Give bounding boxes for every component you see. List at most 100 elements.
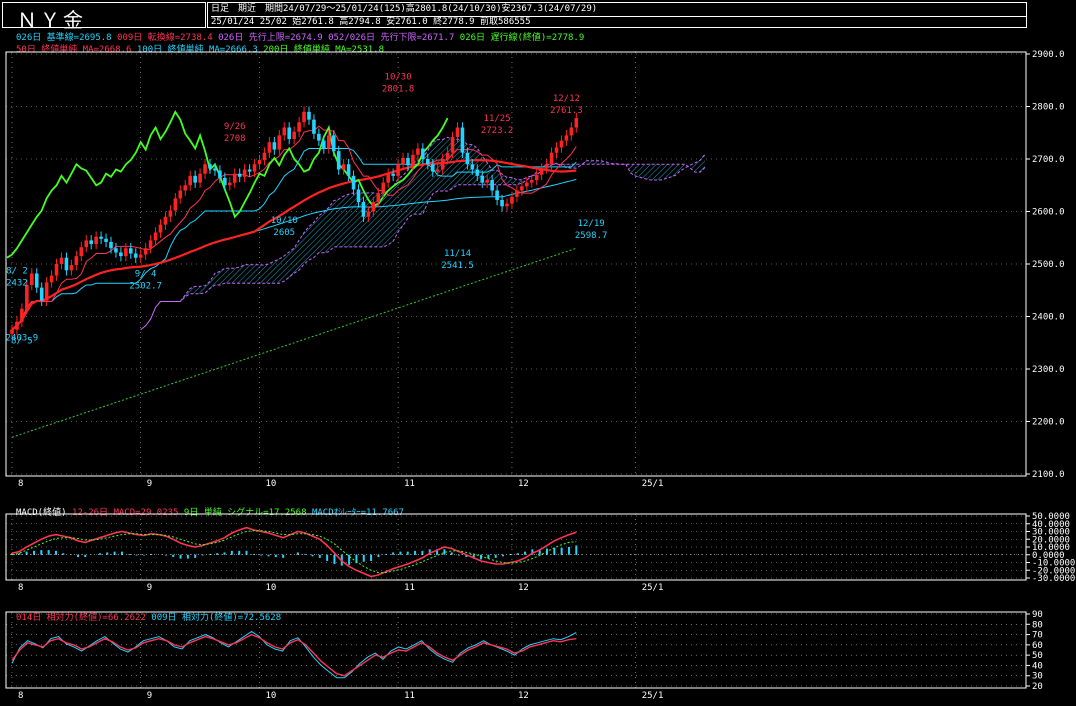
candle-body xyxy=(302,111,306,123)
macd-ytick-label: 50.0000 xyxy=(1032,512,1070,522)
price-annotation: 2708 xyxy=(224,134,246,144)
rsi-xtick-label: 9 xyxy=(147,691,152,701)
rsi-xtick-label: 10 xyxy=(266,691,277,701)
candle-body xyxy=(525,182,529,187)
candle-body xyxy=(401,157,405,165)
candle-body xyxy=(574,118,579,128)
candle-body xyxy=(153,232,158,241)
candle-body xyxy=(64,257,69,271)
candle-body xyxy=(99,236,103,239)
candle-body xyxy=(15,321,19,330)
candle-body xyxy=(346,164,351,176)
price-ytick-label: 2400.0 xyxy=(1032,313,1065,323)
candle-body xyxy=(440,159,445,170)
price-ytick-label: 2800.0 xyxy=(1032,103,1065,113)
macd-xtick-label: 25/1 xyxy=(642,583,664,593)
price-annotation: 2801.8 xyxy=(382,85,415,95)
candle-body xyxy=(327,135,331,149)
candle-body xyxy=(277,135,282,150)
candle-body xyxy=(34,273,39,288)
candle-body xyxy=(520,186,524,191)
candle-body xyxy=(168,210,173,217)
candle-body xyxy=(262,152,267,161)
macd-line xyxy=(11,526,577,578)
price-annotation: 9/ 4 xyxy=(135,270,157,280)
candle-body xyxy=(89,240,93,245)
candle-body xyxy=(218,170,222,178)
candle-body xyxy=(133,253,138,258)
rsi-ytick-label: 50 xyxy=(1032,651,1043,661)
candle-body xyxy=(495,190,499,200)
candle-body xyxy=(529,180,534,183)
price-ytick-label: 2500.0 xyxy=(1032,260,1065,270)
candle-body xyxy=(109,241,113,249)
macd-xtick-label: 8 xyxy=(18,583,23,593)
candle-body xyxy=(247,169,252,172)
candle-body xyxy=(49,275,54,283)
ma200-line xyxy=(11,247,577,438)
candle-body xyxy=(445,152,450,159)
candle-body xyxy=(242,169,247,177)
candle-body xyxy=(208,164,212,169)
candle-body xyxy=(564,135,569,141)
rsi-xtick-label: 8 xyxy=(18,691,23,701)
price-annotation: 2403.9 xyxy=(6,333,39,343)
candle-body xyxy=(331,135,336,152)
candle-body xyxy=(480,175,485,183)
price-xtick-label: 8 xyxy=(18,479,23,489)
candle-body xyxy=(549,152,554,165)
candle-body xyxy=(252,164,257,172)
price-ytick-label: 2600.0 xyxy=(1032,208,1065,218)
candle-body xyxy=(119,252,123,257)
candle-body xyxy=(455,127,460,137)
price-annotation: 10/30 xyxy=(385,73,412,83)
price-annotation: 11/14 xyxy=(444,249,471,259)
price-ytick-label: 2900.0 xyxy=(1032,50,1065,60)
candle-body xyxy=(272,142,277,150)
price-ytick-label: 2200.0 xyxy=(1032,418,1065,428)
macd-xtick-label: 9 xyxy=(147,583,152,593)
candle-body xyxy=(450,136,455,153)
candle-body xyxy=(435,169,440,172)
candle-body xyxy=(148,240,153,249)
candle-body xyxy=(188,175,192,186)
candle-body xyxy=(460,127,465,153)
price-annotation: 8/ 2 xyxy=(6,267,28,277)
candle-body xyxy=(534,174,539,180)
candle-body xyxy=(371,202,376,212)
candle-body xyxy=(322,140,326,149)
rsi-panel-frame xyxy=(5,611,1027,689)
candle-body xyxy=(193,175,197,183)
macd-xtick-label: 11 xyxy=(404,583,415,593)
candle-body xyxy=(396,164,400,176)
candle-body xyxy=(421,148,425,159)
candle-body xyxy=(307,111,311,120)
candle-body xyxy=(515,190,519,197)
price-xtick-label: 10 xyxy=(266,479,277,489)
candle-body xyxy=(292,131,296,140)
rsi-ytick-label: 90 xyxy=(1032,610,1043,620)
price-annotation: 2598.7 xyxy=(575,231,608,241)
candle-body xyxy=(232,173,237,183)
candle-body xyxy=(490,180,494,191)
candle-body xyxy=(267,142,272,153)
price-annotation: 2432 xyxy=(6,279,28,289)
candle-body xyxy=(94,236,98,245)
candle-body xyxy=(173,198,178,211)
candle-body xyxy=(183,185,188,191)
candle-body xyxy=(465,152,470,165)
candle-body xyxy=(39,287,44,301)
price-annotation: 2541.5 xyxy=(441,261,474,271)
candle-body xyxy=(30,273,34,285)
candle-body xyxy=(178,190,183,199)
candle-body xyxy=(416,148,420,155)
candle-body xyxy=(386,173,390,183)
candle-body xyxy=(223,177,227,186)
candle-body xyxy=(79,247,84,257)
price-annotation: 12/19 xyxy=(578,219,605,229)
candle-body xyxy=(336,151,341,170)
candle-body xyxy=(138,254,143,258)
candle-body xyxy=(554,147,559,153)
candle-body xyxy=(391,173,395,176)
rsi-ytick-label: 30 xyxy=(1032,672,1043,682)
